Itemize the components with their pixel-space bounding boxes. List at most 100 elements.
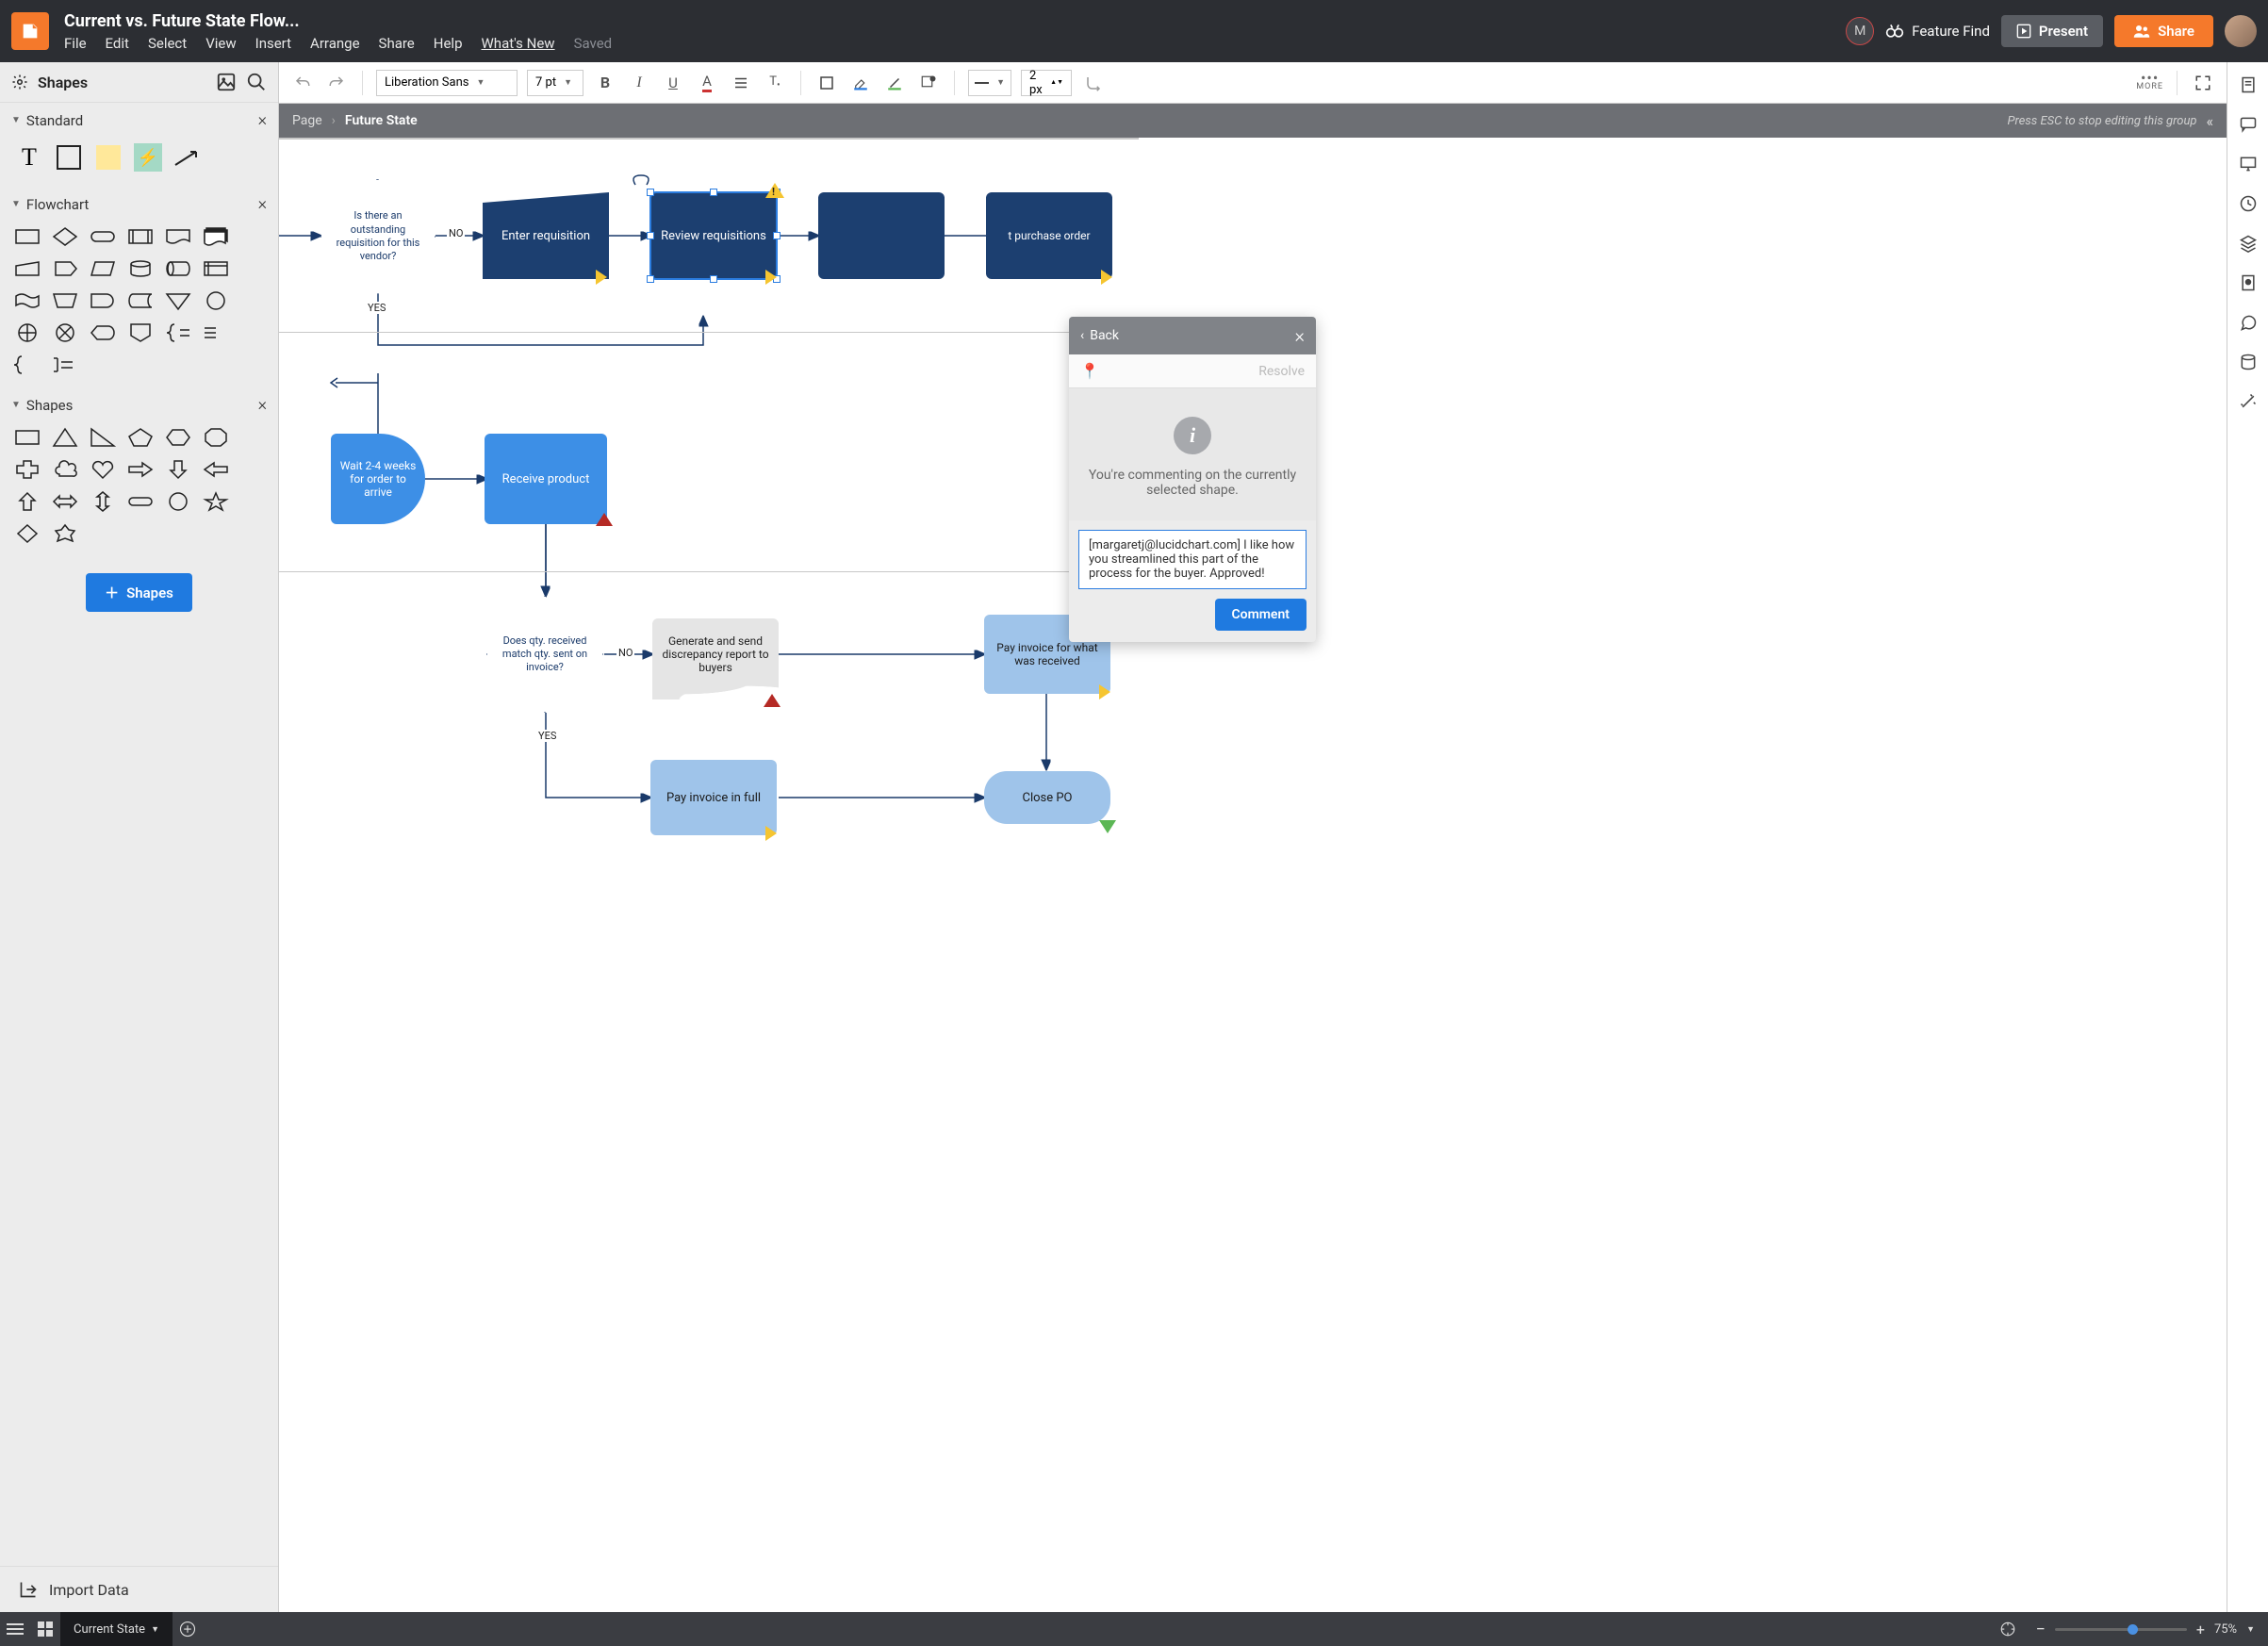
layers-icon[interactable] xyxy=(2239,234,2258,253)
qty-match-decision[interactable]: Does qty. received match qty. sent on in… xyxy=(486,596,603,713)
delay-shape[interactable] xyxy=(89,289,117,312)
add-shapes-button[interactable]: ＋ Shapes xyxy=(86,573,192,612)
redo-button[interactable] xyxy=(324,71,349,95)
arrow-ud-shape[interactable] xyxy=(89,490,117,513)
database-shape[interactable] xyxy=(126,257,155,280)
input-shape[interactable] xyxy=(13,257,41,280)
hex-shape[interactable] xyxy=(164,426,192,449)
line-shape[interactable] xyxy=(172,141,204,173)
internal-shape[interactable] xyxy=(202,257,230,280)
gear-icon[interactable] xyxy=(11,74,28,91)
penta-shape[interactable] xyxy=(126,426,155,449)
discrepancy-node[interactable]: Generate and send discrepancy report to … xyxy=(652,618,779,690)
undo-button[interactable] xyxy=(290,71,315,95)
display-shape[interactable] xyxy=(89,321,117,344)
line-color-button[interactable] xyxy=(882,71,907,95)
data2-shape[interactable] xyxy=(89,257,117,280)
cloud-shape[interactable] xyxy=(51,458,79,481)
predefined-shape[interactable] xyxy=(126,225,155,248)
menu-arrange[interactable]: Arrange xyxy=(310,35,359,52)
section-shapes[interactable]: ▼ Shapes × xyxy=(0,387,278,422)
enter-requisition-node[interactable]: Enter requisition xyxy=(483,192,609,279)
theme-icon[interactable] xyxy=(2239,273,2258,292)
hotspot-shape[interactable]: ⚡ xyxy=(132,141,164,173)
resolve-button[interactable]: Resolve xyxy=(1258,364,1305,379)
page-tab[interactable]: Current State▼ xyxy=(60,1612,173,1646)
underline-button[interactable]: U xyxy=(661,71,685,95)
text-options-button[interactable]: T• xyxy=(763,71,787,95)
page-icon[interactable] xyxy=(2239,75,2258,94)
close-icon[interactable]: × xyxy=(258,194,267,214)
menu-insert[interactable]: Insert xyxy=(255,35,291,52)
decision-outstanding-req[interactable]: Is there an outstanding requisition for … xyxy=(320,179,436,294)
arrow-down-shape[interactable] xyxy=(164,458,192,481)
submit-po-node[interactable]: t purchase order xyxy=(986,192,1112,279)
manual2-shape[interactable] xyxy=(51,289,79,312)
menu-help[interactable]: Help xyxy=(434,35,463,52)
rect-shape[interactable] xyxy=(13,426,41,449)
zoom-slider[interactable] xyxy=(2055,1628,2187,1631)
back-button[interactable]: ‹ Back xyxy=(1080,328,1119,343)
history-icon[interactable] xyxy=(2239,194,2258,213)
text-shape[interactable]: T xyxy=(13,141,45,173)
menu-select[interactable]: Select xyxy=(148,35,187,52)
righttri-shape[interactable] xyxy=(89,426,117,449)
close-icon[interactable]: × xyxy=(258,110,267,130)
fill-button[interactable] xyxy=(814,71,839,95)
canvas[interactable]: Is there an outstanding requisition for … xyxy=(279,138,1504,1062)
note-shape[interactable] xyxy=(92,141,124,173)
zoom-in-button[interactable]: + xyxy=(2196,1621,2205,1638)
review-requisitions-node[interactable]: Review requisitions xyxy=(650,192,777,279)
document-title[interactable]: Current vs. Future State Flow... xyxy=(64,11,612,31)
arrow-lr-shape[interactable] xyxy=(51,490,79,513)
present-rail-icon[interactable] xyxy=(2239,155,2258,173)
block-shape[interactable] xyxy=(53,141,85,173)
italic-button[interactable]: I xyxy=(627,71,651,95)
add-page-button[interactable] xyxy=(173,1612,203,1646)
comment-submit-button[interactable]: Comment xyxy=(1215,599,1307,631)
directdata-shape[interactable] xyxy=(164,257,192,280)
shape-options-button[interactable] xyxy=(916,71,941,95)
align-button[interactable] xyxy=(729,71,753,95)
note2-shape[interactable] xyxy=(202,321,230,344)
brace-shape[interactable] xyxy=(164,321,192,344)
collapse-icon[interactable]: « xyxy=(2206,112,2213,130)
receive-product-node[interactable]: Receive product xyxy=(485,434,607,524)
merge-shape[interactable] xyxy=(164,289,192,312)
zoom-value[interactable]: 75% xyxy=(2214,1622,2237,1637)
arrow-up-shape[interactable] xyxy=(13,490,41,513)
crumb-current[interactable]: Future State xyxy=(345,113,418,128)
image-icon[interactable] xyxy=(216,72,237,92)
section-flowchart[interactable]: ▼ Flowchart × xyxy=(0,187,278,222)
pentagon-shape[interactable] xyxy=(51,257,79,280)
stored-shape[interactable] xyxy=(126,289,155,312)
line-type-button[interactable] xyxy=(1081,71,1106,95)
heart-shape[interactable] xyxy=(89,458,117,481)
connector-shape[interactable] xyxy=(202,289,230,312)
arrow-left-shape[interactable] xyxy=(202,458,230,481)
pin-icon[interactable]: 📍 xyxy=(1080,362,1099,380)
bold-button[interactable]: B xyxy=(593,71,617,95)
circle2-shape[interactable] xyxy=(164,490,192,513)
paper-shape[interactable] xyxy=(13,289,41,312)
feature-find[interactable]: Feature Find xyxy=(1885,22,1990,41)
offpage-shape[interactable] xyxy=(126,321,155,344)
menu-edit[interactable]: Edit xyxy=(106,35,129,52)
comment-input[interactable]: [margaretj@lucidchart.com] I like how yo… xyxy=(1078,530,1307,589)
close-button[interactable]: × xyxy=(1295,324,1305,347)
share-button[interactable]: Share xyxy=(2114,15,2213,47)
menu-share[interactable]: Share xyxy=(379,35,415,52)
comment-rail-icon[interactable] xyxy=(2239,115,2258,134)
blank-node[interactable] xyxy=(818,192,945,279)
menu-file[interactable]: File xyxy=(64,35,87,52)
pay-full-node[interactable]: Pay invoice in full xyxy=(650,760,777,835)
collaborator-avatar[interactable]: M xyxy=(1846,17,1874,45)
polystar-shape[interactable] xyxy=(51,522,79,545)
note3-shape[interactable] xyxy=(51,354,79,376)
section-standard[interactable]: ▼ Standard × xyxy=(0,103,278,138)
data-rail-icon[interactable] xyxy=(2239,353,2258,371)
more-button[interactable]: •••MORE xyxy=(2136,74,2163,91)
zoom-out-button[interactable]: − xyxy=(2036,1620,2046,1639)
crumb-page[interactable]: Page xyxy=(292,113,322,128)
diamond2-shape[interactable] xyxy=(13,522,41,545)
